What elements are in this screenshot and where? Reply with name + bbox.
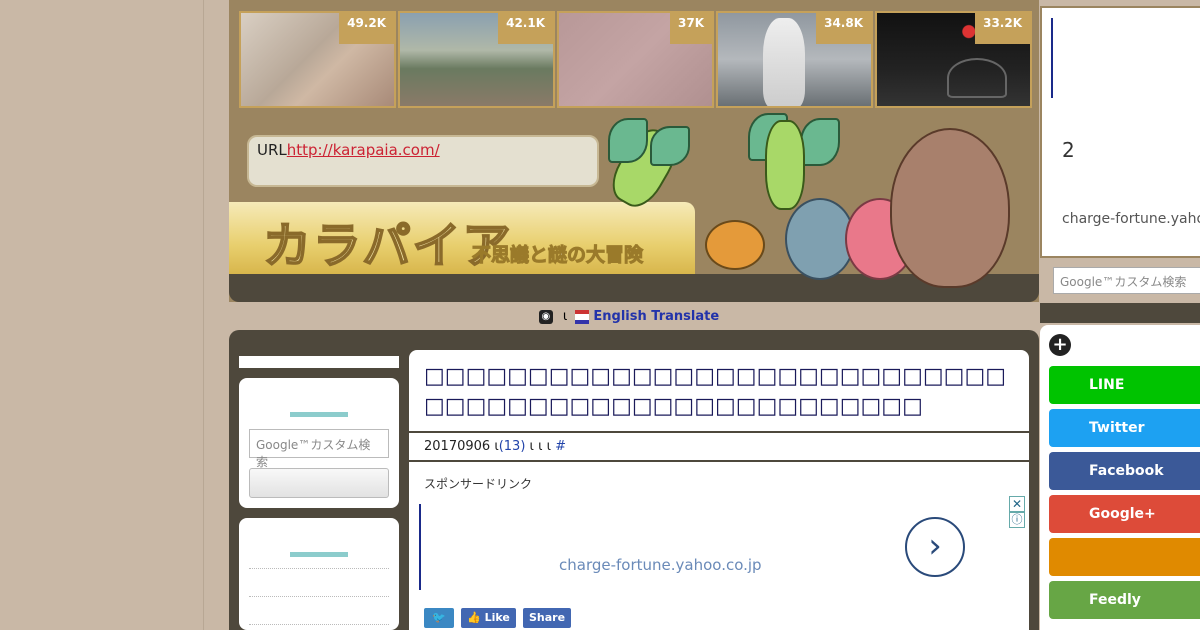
- list-divider: [249, 568, 389, 569]
- line-share-button[interactable]: LINE: [1049, 366, 1200, 404]
- butterfly-wing: [650, 126, 690, 166]
- thumbnail-4[interactable]: 34.8K: [716, 11, 873, 108]
- twitter-bird-icon[interactable]: 🐦: [424, 608, 454, 628]
- comment-count-link[interactable]: (13): [499, 439, 526, 454]
- statue-image: [763, 18, 805, 106]
- page-left-margin: [0, 0, 204, 630]
- translate-bar: ◉ ι English Translate: [229, 304, 1029, 329]
- ad-accent-line: [1051, 18, 1053, 98]
- list-divider: [249, 624, 389, 625]
- butterfly-wing: [800, 118, 840, 166]
- twitter-share-button[interactable]: Twitter: [1049, 409, 1200, 447]
- thumbnail-2[interactable]: 42.1K: [398, 11, 555, 108]
- google-search-input[interactable]: Google™カスタム検索: [249, 429, 389, 469]
- facebook-like-button[interactable]: 👍 Like: [461, 608, 516, 628]
- chevron-right-icon[interactable]: ›: [905, 517, 965, 577]
- share-buttons: 🐦 👍 Like Share: [424, 608, 573, 628]
- uk-flag-icon: [575, 309, 590, 324]
- mascot-characters: [580, 108, 1020, 298]
- ad-banner[interactable]: charge-fortune.yahoo.co.jp › ✕ ⓘ: [419, 496, 1025, 591]
- search-button[interactable]: [249, 468, 389, 498]
- hatena-share-button[interactable]: [1049, 538, 1200, 576]
- article: □□□□□□□□□□□□□□□□□□□□□□□□□□□□□□□□□□□□□□□□…: [409, 350, 1029, 630]
- mascot-butterfly-center: [765, 120, 805, 210]
- view-count: 33.2K: [975, 13, 1030, 44]
- ad-accent-line: [419, 504, 421, 590]
- right-ad-box[interactable]: 2 charge-fortune.yahoo.co.jp: [1040, 6, 1200, 258]
- section-accent-bar: [290, 552, 348, 557]
- facebook-share-button[interactable]: Facebook: [1049, 452, 1200, 490]
- right-google-search-input[interactable]: Google™カスタム検索: [1053, 267, 1200, 294]
- thumbnail-3[interactable]: 37K: [557, 11, 714, 108]
- english-translate-link[interactable]: English Translate: [593, 309, 719, 324]
- plus-icon[interactable]: +: [1049, 334, 1071, 356]
- radio-dish-image: [947, 58, 1007, 98]
- left-list-box: [239, 518, 399, 630]
- googleplus-share-button[interactable]: Google+: [1049, 495, 1200, 533]
- view-count: 42.1K: [498, 13, 553, 44]
- url-prefix: URL: [257, 141, 287, 159]
- ad-number: 2: [1062, 138, 1075, 162]
- popular-thumbnails: 49.2K 42.1K 37K 34.8K 33.2K: [239, 11, 1034, 108]
- facebook-share-button[interactable]: Share: [522, 608, 572, 628]
- globe-icon[interactable]: ◉: [538, 309, 553, 324]
- article-title[interactable]: □□□□□□□□□□□□□□□□□□□□□□□□□□□□□□□□□□□□□□□□…: [424, 362, 1014, 422]
- close-icon[interactable]: ✕: [1009, 496, 1025, 512]
- right-share-panel: + LINE Twitter Facebook Google+ Feedly: [1040, 325, 1200, 630]
- mascot-orange-bird: [705, 220, 765, 270]
- article-meta: 20170906 ι(13) ι ι ι #: [409, 431, 1029, 462]
- ad-url[interactable]: charge-fortune.yahoo.co.jp: [1062, 211, 1200, 227]
- thumbnail-1[interactable]: 49.2K: [239, 11, 396, 108]
- left-sidebar-top: [239, 356, 399, 368]
- info-icon[interactable]: ⓘ: [1009, 512, 1025, 528]
- section-accent-bar: [290, 412, 348, 417]
- list-divider: [249, 596, 389, 597]
- thumbnail-5[interactable]: 33.2K: [875, 11, 1032, 108]
- butterfly-wing: [608, 118, 648, 163]
- view-count: 49.2K: [339, 13, 394, 44]
- permalink-hash[interactable]: #: [555, 439, 566, 454]
- site-url-link[interactable]: http://karapaia.com/: [287, 141, 440, 159]
- ad-url[interactable]: charge-fortune.yahoo.co.jp: [559, 556, 762, 574]
- mascot-brown-potato: [890, 128, 1010, 288]
- left-search-box: Google™カスタム検索: [239, 378, 399, 508]
- site-url-box: URLhttp://karapaia.com/: [247, 135, 599, 187]
- meta-separator: ι ι ι: [529, 439, 552, 454]
- sponsor-label: スポンサードリンク: [424, 477, 533, 491]
- article-date: 20170906: [424, 439, 491, 454]
- feedly-follow-button[interactable]: Feedly: [1049, 581, 1200, 619]
- view-count: 37K: [670, 13, 712, 44]
- right-sidebar-bar: [1040, 303, 1200, 323]
- like-label: Like: [484, 611, 510, 624]
- translate-separator: ι: [562, 309, 568, 324]
- view-count: 34.8K: [816, 13, 871, 44]
